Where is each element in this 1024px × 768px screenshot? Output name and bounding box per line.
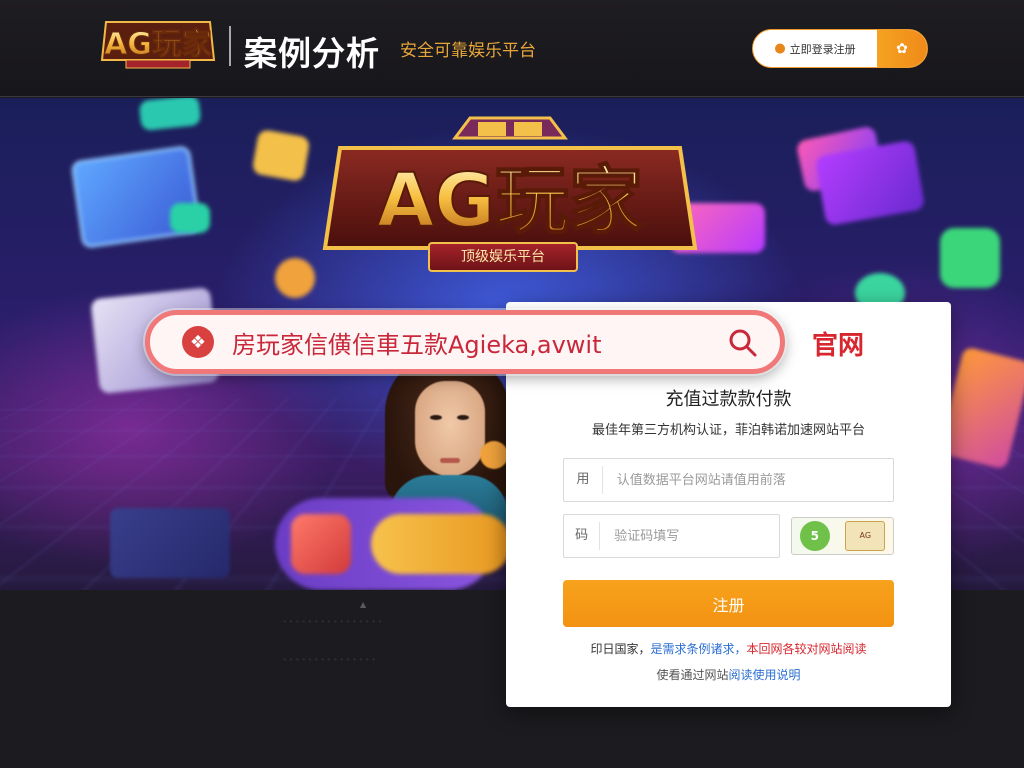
account-icon: 用 xyxy=(564,466,603,494)
footer-mark: ▲ xyxy=(360,600,367,609)
account-field[interactable]: 用 xyxy=(563,458,894,502)
search-text[interactable]: 房玩家信僙信車五款Agieka,avwit xyxy=(232,325,602,360)
page-subtitle: 安全可靠娱乐平台 xyxy=(400,41,536,61)
floating-card xyxy=(138,98,202,132)
terms-line2-part1: 使看通过网站 xyxy=(656,668,729,682)
hero-badge: 顶级娱乐平台 xyxy=(428,242,578,272)
terms-notice-part3[interactable]: 本回网各较对网站阅读 xyxy=(747,642,867,656)
captcha-stamp-icon: AG xyxy=(845,521,886,551)
verification-code-field[interactable]: 码 xyxy=(563,514,780,558)
terms-notice-line2: 使看通过网站阅读使用说明 xyxy=(506,666,951,683)
hero-promo-button xyxy=(275,498,511,590)
brand-mark-icon: ❖ xyxy=(182,326,214,358)
hero-logo-graphic: AG玩家 xyxy=(322,116,698,250)
panel-title: 充值过款款付款 xyxy=(665,389,792,410)
page-title: 案例分析 xyxy=(244,34,380,73)
login-register-label-area[interactable]: ● 立即登录注册 xyxy=(753,30,877,67)
brand-logo-graphic: AG玩家 xyxy=(100,21,216,69)
login-register-label: 立即登录注册 xyxy=(789,42,856,56)
bag-icon[interactable]: ✿ xyxy=(877,30,927,67)
hero-logo-text: AG玩家 xyxy=(377,158,643,244)
login-register-button[interactable]: ● 立即登录注册 ✿ xyxy=(752,29,928,68)
captcha-image[interactable]: 5 AG xyxy=(791,517,894,555)
top-header: AG玩家 案例分析 安全可靠娱乐平台 ● 立即登录注册 ✿ xyxy=(0,0,1024,97)
hero-logo: AG玩家 xyxy=(300,98,720,308)
brand-logo[interactable]: AG玩家 xyxy=(96,14,220,72)
terms-line2-link[interactable]: 阅读使用说明 xyxy=(729,668,801,682)
footer-text-line: · · · · · · · · · · · · · · · · xyxy=(283,617,382,628)
floating-card xyxy=(170,203,210,233)
floating-card xyxy=(940,228,1000,288)
user-icon: ● xyxy=(774,41,786,56)
verification-code-input[interactable] xyxy=(600,528,779,544)
decorative-coin xyxy=(480,441,508,469)
account-input[interactable] xyxy=(602,472,893,488)
code-icon: 码 xyxy=(564,522,601,550)
panel-description: 最佳年第三方机构认证，菲泊韩诺加速网站平台 xyxy=(591,423,865,438)
brand-logo-text: AG玩家 xyxy=(104,27,212,62)
terms-notice-part1: 印日国家， xyxy=(590,642,651,656)
terms-notice: 印日国家，是需求条例诸求，本回网各较对网站阅读 xyxy=(506,640,951,657)
floating-card xyxy=(70,145,202,249)
decorative-chip xyxy=(110,508,230,578)
official-site-label: 官网 xyxy=(812,331,865,361)
terms-notice-link[interactable]: 是需求条例诸求， xyxy=(650,642,746,656)
header-divider xyxy=(229,26,231,66)
search-icon[interactable] xyxy=(728,328,758,358)
captcha-seal-icon: 5 xyxy=(799,521,830,551)
register-button[interactable]: 注册 xyxy=(563,580,894,627)
footer-text-line: · · · · · · · · · · · · · · · xyxy=(283,655,376,666)
search-bar[interactable]: ❖ 房玩家信僙信車五款Agieka,avwit xyxy=(145,310,785,374)
